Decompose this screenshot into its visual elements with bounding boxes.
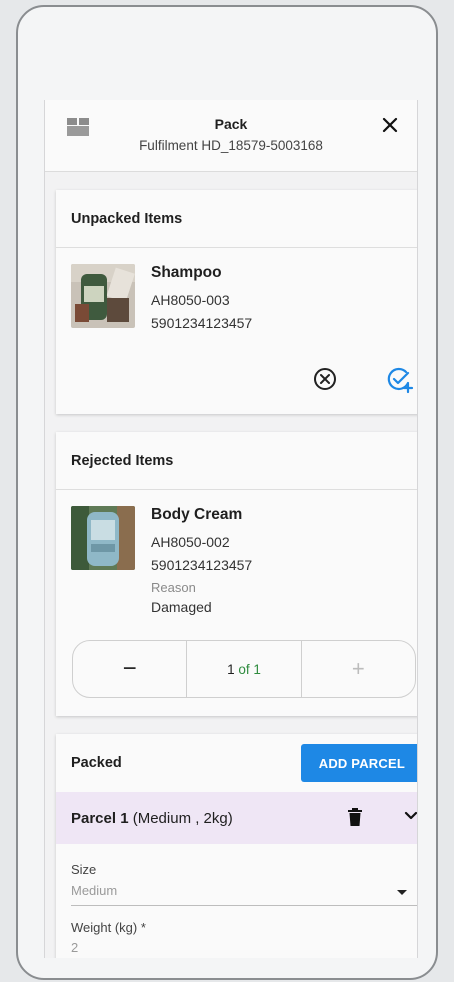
- count-current: 1: [227, 661, 235, 677]
- parcel-row[interactable]: Parcel 1 (Medium , 2kg): [56, 792, 418, 844]
- item-barcode: 5901234123457: [151, 315, 253, 331]
- increment-button[interactable]: +: [302, 641, 415, 697]
- weight-label: Weight (kg) *: [71, 920, 146, 935]
- unpacked-items-card: Unpacked Items Shampoo AH8050-003 590123…: [56, 190, 417, 414]
- packed-header: Packed ADD PARCEL: [56, 734, 417, 792]
- size-select[interactable]: Medium: [71, 882, 417, 906]
- quantity-stepper: − 1 of 1 +: [72, 640, 416, 698]
- parcel-label: Parcel 1 (Medium , 2kg): [71, 810, 233, 827]
- body-cream-image: [71, 506, 135, 570]
- trash-icon[interactable]: [348, 808, 362, 826]
- parcel-form: Size Medium Weight (kg) * 2: [56, 844, 417, 955]
- rejected-item: Body Cream AH8050-002 5901234123457 Reas…: [56, 490, 417, 774]
- check-plus-icon[interactable]: [386, 366, 414, 394]
- top-bar: Pack Fulfilment HD_18579-5003168: [45, 100, 417, 172]
- reason-label: Reason: [151, 580, 196, 595]
- page-title: Pack: [214, 116, 248, 132]
- rejected-items-heading: Rejected Items: [56, 432, 417, 490]
- item-sku: AH8050-002: [151, 534, 230, 550]
- item-sku: AH8050-003: [151, 292, 230, 308]
- dropdown-caret-icon: [397, 890, 407, 895]
- page-subtitle: Fulfilment HD_18579-5003168: [139, 138, 323, 153]
- device-frame: Pack Fulfilment HD_18579-5003168 Unpacke…: [16, 5, 438, 980]
- pack-screen: Pack Fulfilment HD_18579-5003168 Unpacke…: [44, 100, 418, 958]
- chevron-down-icon[interactable]: [404, 811, 418, 821]
- decrement-button[interactable]: −: [73, 641, 188, 697]
- weight-input[interactable]: 2: [71, 940, 417, 955]
- circle-x-icon[interactable]: [312, 366, 338, 392]
- item-barcode: 5901234123457: [151, 557, 253, 573]
- quantity-count: 1 of 1: [187, 641, 302, 697]
- parcel-name: Parcel 1: [71, 809, 129, 827]
- item-name: Shampoo: [151, 264, 222, 281]
- shampoo-image: [71, 264, 135, 328]
- packed-card: Packed ADD PARCEL Parcel 1 (Medium , 2kg…: [56, 734, 418, 958]
- rejected-item-info: Body Cream AH8050-002 5901234123457 Reas…: [151, 506, 252, 615]
- size-value: Medium: [71, 883, 118, 898]
- close-icon[interactable]: [379, 114, 401, 136]
- count-total: 1: [253, 661, 261, 677]
- unpacked-items-heading: Unpacked Items: [56, 190, 417, 248]
- item-name: Body Cream: [151, 506, 243, 523]
- parcel-details: (Medium , 2kg): [128, 809, 233, 827]
- rejected-items-card: Rejected Items Body Cream AH8050-002 590…: [56, 432, 417, 716]
- size-label: Size: [71, 862, 97, 877]
- add-parcel-button[interactable]: ADD PARCEL: [300, 744, 417, 782]
- count-separator: of: [238, 661, 250, 677]
- packed-heading: Packed: [71, 755, 122, 771]
- unpacked-item-info: Shampoo AH8050-003 5901234123457: [151, 264, 252, 338]
- reason-value: Damaged: [151, 599, 212, 615]
